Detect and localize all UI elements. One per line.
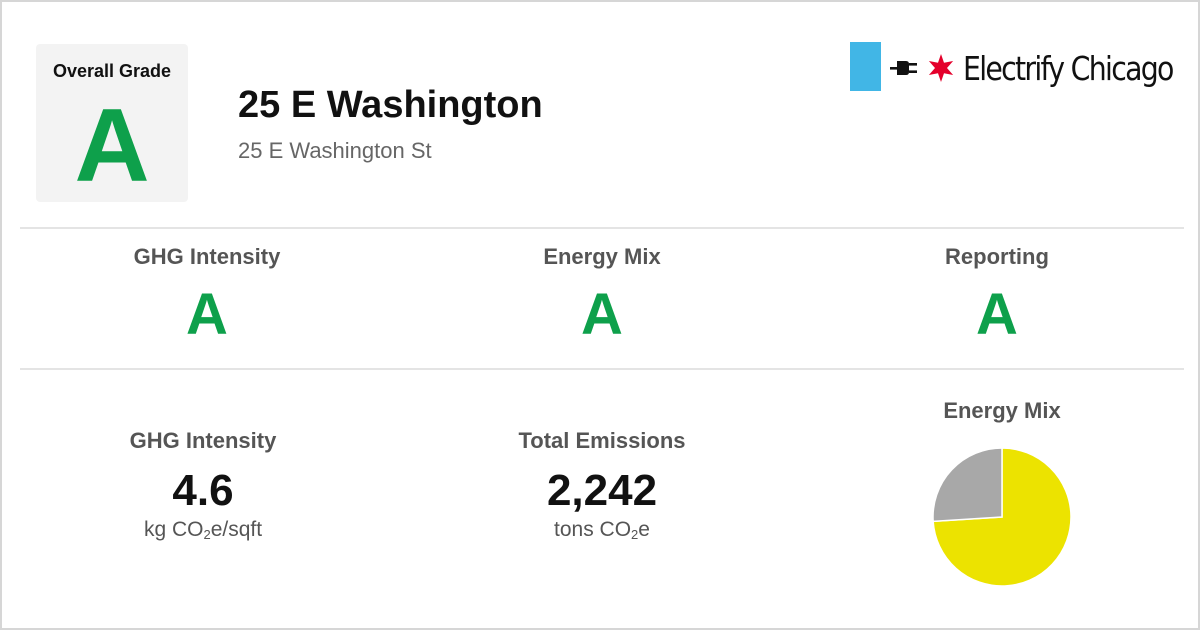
overall-grade-letter: A	[74, 88, 150, 204]
energy-mix-panel: Energy Mix	[802, 398, 1200, 587]
energy-mix-title: Energy Mix	[943, 398, 1061, 423]
subgrade-letter: A	[186, 282, 228, 347]
overall-grade-label: Overall Grade	[52, 61, 172, 81]
stat-title: Total Emissions	[518, 428, 686, 453]
brand-name: Electrify Chicago	[963, 49, 1174, 88]
energy-mix-pie-chart	[932, 447, 1072, 587]
stat-ghg-intensity: GHG Intensity 4.6 kg CO2e/sqft	[3, 428, 403, 542]
building-address: 25 E Washington St	[238, 138, 432, 163]
divider	[20, 368, 1184, 370]
subgrade-letter: A	[976, 282, 1018, 347]
stat-value: 4.6	[172, 466, 234, 515]
stat-title: GHG Intensity	[129, 428, 277, 453]
stat-total-emissions: Total Emissions 2,242 tons CO2e	[402, 428, 802, 542]
subgrade-title: Energy Mix	[543, 244, 661, 269]
subgrade-reporting: Reporting A	[797, 244, 1197, 344]
chicago-flag-stripe-icon	[850, 42, 881, 91]
subgrade-ghg-intensity: GHG Intensity A	[7, 244, 407, 344]
building-grade-card: Overall Grade A 25 E Washington 25 E Was…	[0, 0, 1200, 630]
subgrade-title: GHG Intensity	[133, 244, 281, 269]
subgrade-title: Reporting	[945, 244, 1049, 269]
overall-grade-box: Overall Grade A	[36, 44, 188, 202]
plug-icon	[890, 61, 917, 75]
subgrade-energy-mix: Energy Mix A	[402, 244, 802, 344]
stat-value: 2,242	[546, 466, 658, 515]
subgrade-letter: A	[581, 282, 623, 347]
stat-unit: kg CO2e/sqft	[143, 518, 263, 543]
divider	[20, 227, 1184, 229]
building-name: 25 E Washington	[238, 84, 543, 126]
pie-slice-natural-gas	[932, 447, 1003, 523]
stat-unit: tons CO2e	[554, 518, 650, 543]
electrify-chicago-logo[interactable]: Electrify Chicago	[850, 42, 1180, 92]
six-point-star-icon	[928, 54, 954, 82]
